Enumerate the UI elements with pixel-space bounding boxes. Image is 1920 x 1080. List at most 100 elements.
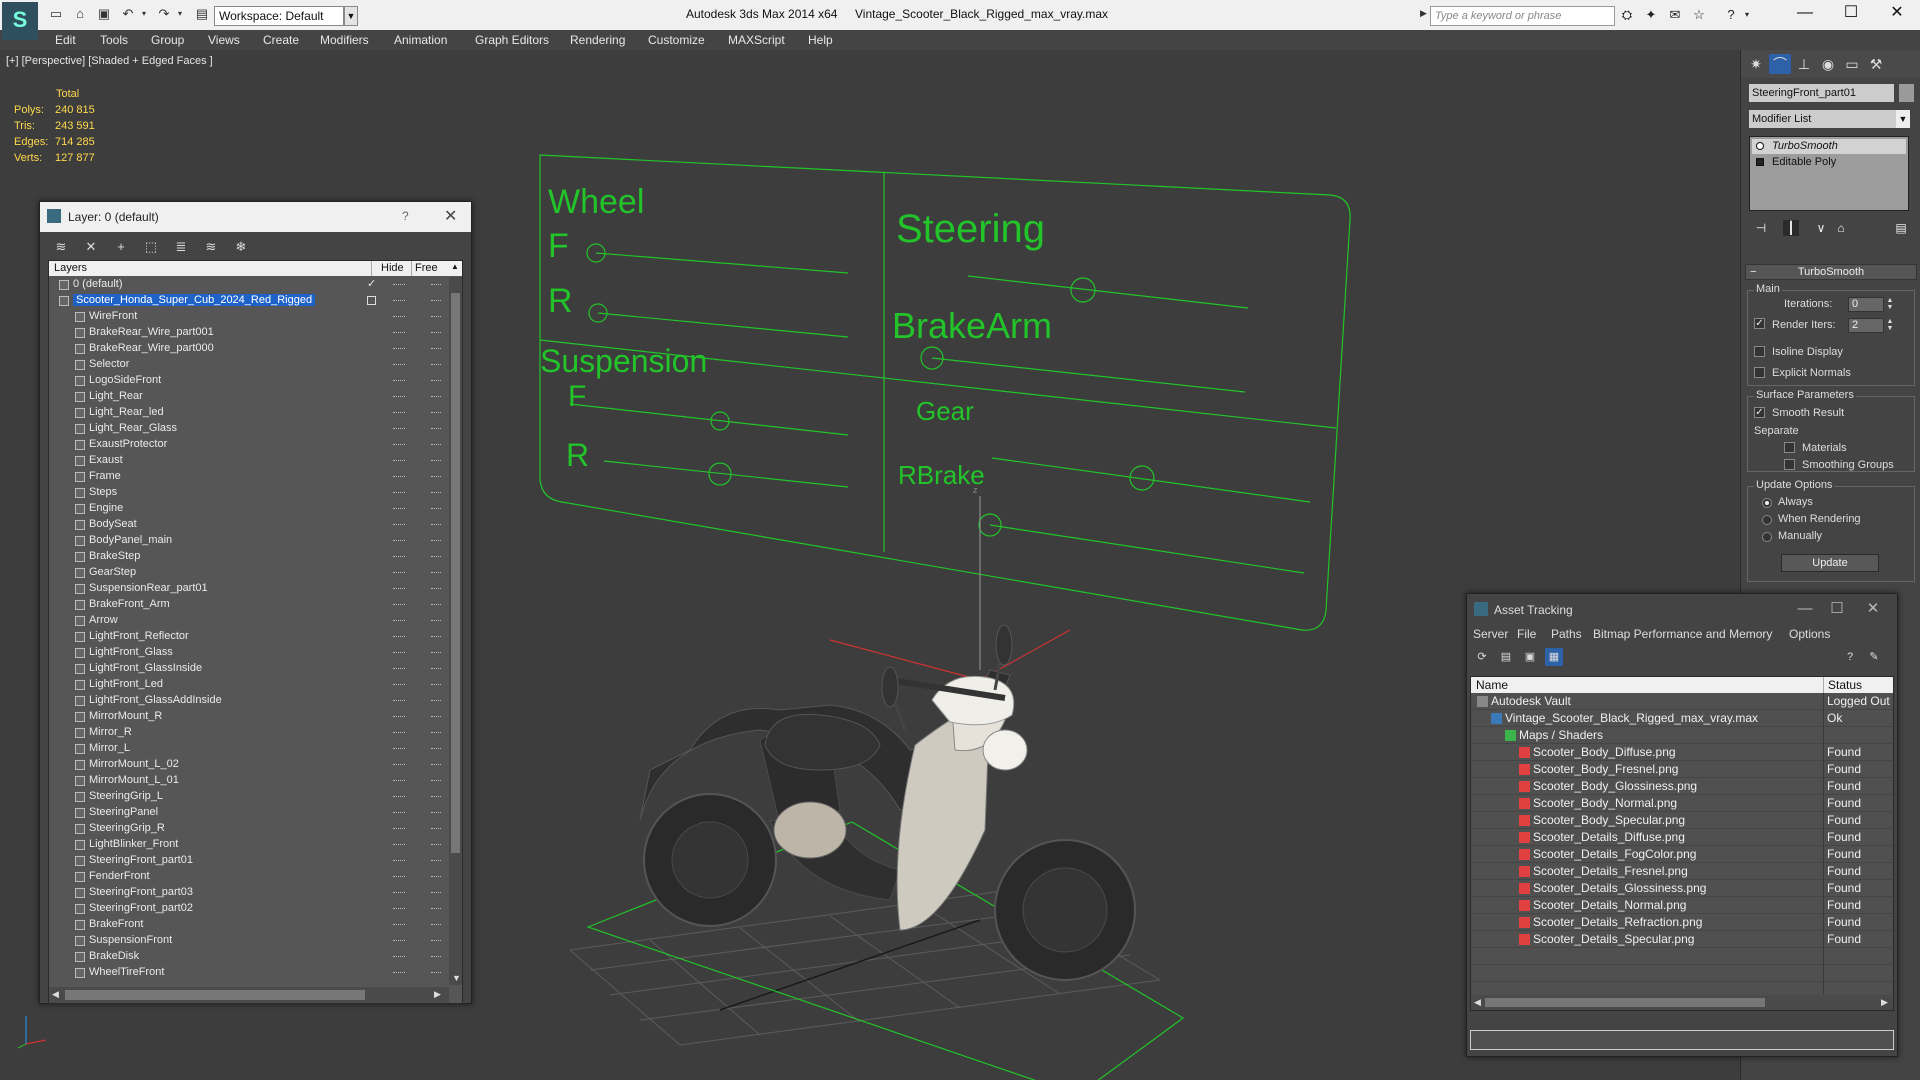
- hide-toggle[interactable]: [393, 348, 405, 350]
- select-in-layer-icon[interactable]: ⬚: [142, 239, 160, 255]
- menu-graph-editors[interactable]: Graph Editors: [475, 33, 549, 47]
- display-tab-icon[interactable]: ▭: [1841, 54, 1863, 74]
- menu-modifiers[interactable]: Modifiers: [320, 33, 369, 47]
- chevron-left-icon[interactable]: ◀: [52, 989, 59, 1000]
- layer-object-row[interactable]: BrakeStep: [49, 549, 449, 565]
- asset-row[interactable]: Scooter_Details_Diffuse.png Found: [1471, 829, 1893, 846]
- freeze-toggle[interactable]: [431, 524, 441, 526]
- layer-object-row[interactable]: SteeringFront_part01: [49, 853, 449, 869]
- column-header-status[interactable]: Status: [1828, 678, 1862, 692]
- gizmo-y-axis[interactable]: [829, 639, 981, 681]
- chevron-right-icon[interactable]: ▶: [434, 989, 441, 1000]
- lightbulb-icon[interactable]: [1756, 142, 1764, 150]
- menu-animation[interactable]: Animation: [394, 33, 447, 47]
- freeze-toggle[interactable]: [431, 460, 441, 462]
- layer-object-row[interactable]: BodyPanel_main: [49, 533, 449, 549]
- layer-object-row[interactable]: BrakeFront_Arm: [49, 597, 449, 613]
- layer-object-row[interactable]: Mirror_L: [49, 741, 449, 757]
- layer-object-row[interactable]: LightFront_Led: [49, 677, 449, 693]
- scrollbar-thumb[interactable]: [451, 293, 460, 853]
- open-file-icon[interactable]: ⌂: [72, 6, 88, 22]
- highlight-selected-icon[interactable]: ≣: [172, 239, 190, 255]
- column-header-freeze[interactable]: Free: [415, 262, 438, 274]
- layer-object-row[interactable]: GearStep: [49, 565, 449, 581]
- delete-layer-icon[interactable]: ✕: [82, 239, 100, 255]
- chevron-left-icon[interactable]: ◀: [1474, 997, 1481, 1008]
- layer-object-row[interactable]: Frame: [49, 469, 449, 485]
- freeze-toggle[interactable]: [431, 860, 441, 862]
- layer-object-row[interactable]: BrakeDisk: [49, 949, 449, 965]
- utilities-tab-icon[interactable]: ⚒: [1865, 54, 1887, 74]
- search-expand-icon[interactable]: ▶: [1420, 8, 1427, 19]
- layer-object-row[interactable]: ExaustProtector: [49, 437, 449, 453]
- freeze-toggle[interactable]: [431, 924, 441, 926]
- hide-toggle[interactable]: [393, 300, 405, 302]
- table-view-icon[interactable]: ▦: [1545, 648, 1563, 666]
- help-icon[interactable]: ?: [1841, 648, 1859, 666]
- when-rendering-radio[interactable]: [1762, 515, 1772, 525]
- favorites-icon[interactable]: ☆: [1690, 7, 1708, 23]
- layer-object-row[interactable]: Exaust: [49, 453, 449, 469]
- layer-object-row[interactable]: WireFront: [49, 309, 449, 325]
- hide-toggle[interactable]: [393, 892, 405, 894]
- layer-object-row[interactable]: Arrow: [49, 613, 449, 629]
- minimize-icon[interactable]: —: [1782, 0, 1828, 30]
- maximize-icon[interactable]: ☐: [1828, 0, 1874, 30]
- create-tab-icon[interactable]: ✷: [1745, 54, 1767, 74]
- layer-object-row[interactable]: MirrorMount_L_01: [49, 773, 449, 789]
- rollout-header[interactable]: − TurboSmooth: [1745, 264, 1917, 280]
- chevron-down-icon[interactable]: ▼: [452, 973, 461, 983]
- hide-toggle[interactable]: [393, 860, 405, 862]
- help-icon[interactable]: ?: [402, 209, 409, 223]
- refresh-icon[interactable]: ⟳: [1473, 648, 1491, 666]
- workspace-dropdown[interactable]: Workspace: Default: [214, 6, 344, 26]
- menu-rendering[interactable]: Rendering: [570, 33, 625, 47]
- hide-toggle[interactable]: [393, 556, 405, 558]
- freeze-toggle[interactable]: [431, 828, 441, 830]
- layer-object-row[interactable]: SuspensionFront: [49, 933, 449, 949]
- asset-row[interactable]: Scooter_Body_Fresnel.png Found: [1471, 761, 1893, 778]
- hide-toggle[interactable]: [393, 316, 405, 318]
- layer-object-row[interactable]: FenderFront: [49, 869, 449, 885]
- iterations-spinner[interactable]: 0: [1848, 297, 1884, 312]
- hide-toggle[interactable]: [393, 652, 405, 654]
- add-to-layer-icon[interactable]: +: [112, 239, 130, 255]
- hide-toggle[interactable]: [393, 876, 405, 878]
- explicit-normals-checkbox[interactable]: [1754, 367, 1765, 378]
- freeze-toggle[interactable]: [431, 428, 441, 430]
- freeze-toggle[interactable]: [431, 540, 441, 542]
- freeze-toggle[interactable]: [431, 972, 441, 974]
- asset-row[interactable]: Scooter_Body_Normal.png Found: [1471, 795, 1893, 812]
- hide-toggle[interactable]: [393, 812, 405, 814]
- remove-modifier-icon[interactable]: ⌂: [1833, 220, 1849, 236]
- layer-object-row[interactable]: Selector: [49, 357, 449, 373]
- hide-toggle[interactable]: [393, 332, 405, 334]
- project-folder-icon[interactable]: ▤: [194, 6, 210, 22]
- layer-object-row[interactable]: LogoSideFront: [49, 373, 449, 389]
- hide-toggle[interactable]: [393, 924, 405, 926]
- layer-list[interactable]: Layers Hide Free ▲ 0 (default) ✓ Scooter_H…: [48, 260, 463, 1004]
- new-file-icon[interactable]: ▭: [48, 6, 64, 22]
- undo-icon[interactable]: ↶: [120, 6, 136, 22]
- layer-object-row[interactable]: BrakeRear_Wire_part000: [49, 341, 449, 357]
- menu-maxscript[interactable]: MAXScript: [728, 33, 785, 47]
- hide-toggle[interactable]: [393, 796, 405, 798]
- freeze-toggle[interactable]: [431, 332, 441, 334]
- hide-toggle[interactable]: [393, 364, 405, 366]
- hide-toggle[interactable]: [393, 460, 405, 462]
- object-name-field[interactable]: SteeringFront_part01: [1749, 84, 1894, 102]
- configure-sets-icon[interactable]: ▤: [1893, 220, 1909, 236]
- maximize-icon[interactable]: ☐: [1817, 598, 1857, 620]
- freeze-toggle[interactable]: [431, 284, 441, 286]
- hide-toggle[interactable]: [393, 508, 405, 510]
- close-icon[interactable]: ✕: [1853, 598, 1893, 620]
- freeze-all-layers-icon[interactable]: ❄: [232, 239, 250, 255]
- freeze-toggle[interactable]: [431, 844, 441, 846]
- settings-icon[interactable]: ✎: [1865, 648, 1883, 666]
- modifier-stack[interactable]: TurboSmooth Editable Poly: [1749, 136, 1909, 211]
- hide-toggle[interactable]: [393, 380, 405, 382]
- freeze-toggle[interactable]: [431, 748, 441, 750]
- menu-customize[interactable]: Customize: [648, 33, 705, 47]
- render-iters-checkbox[interactable]: ✓: [1754, 318, 1765, 329]
- layer-object-row[interactable]: LightBlinker_Front: [49, 837, 449, 853]
